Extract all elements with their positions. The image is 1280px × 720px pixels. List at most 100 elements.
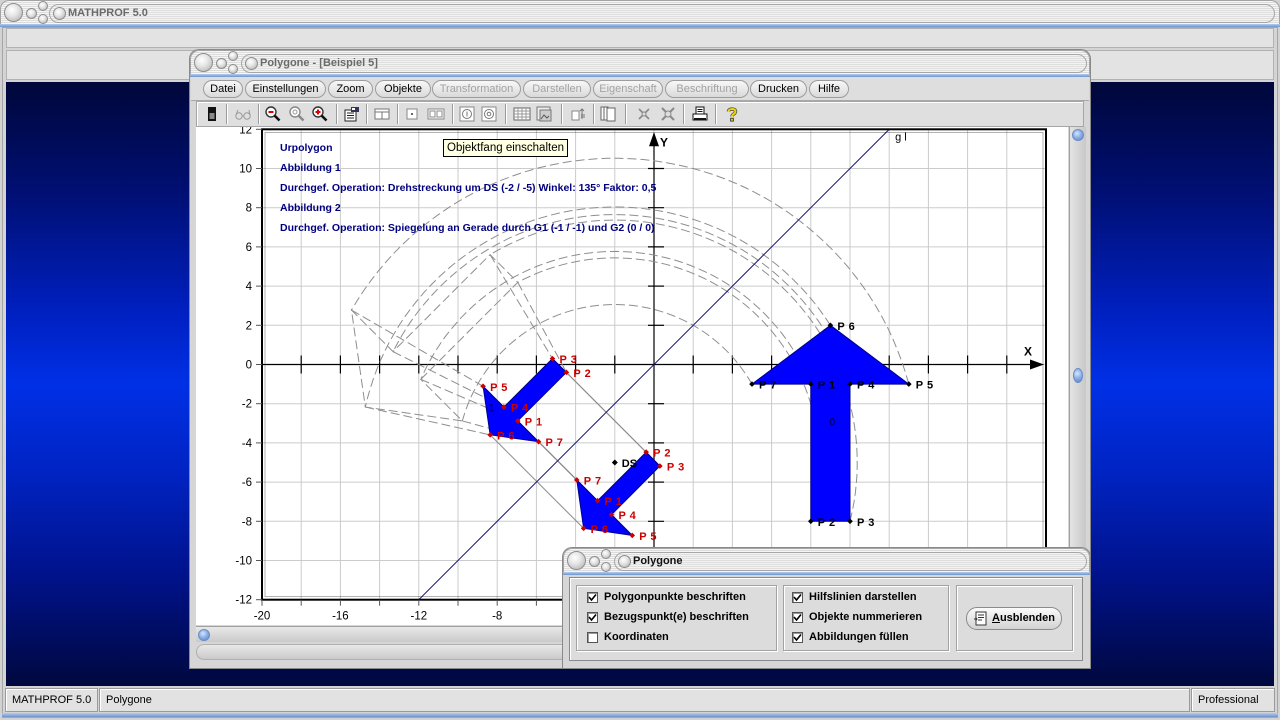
zoom-in-icon[interactable] (311, 105, 329, 123)
urpolygon-point-label: P 4 (857, 380, 875, 392)
vertical-scroll-thumb[interactable] (1073, 368, 1083, 383)
label-objekte-nummerieren[interactable]: Objekte nummerieren (809, 611, 922, 624)
abbildung-2-point-label: P 1 (605, 496, 623, 508)
x-tick-label: -12 (410, 611, 427, 623)
panel-title-underline (563, 572, 1090, 575)
x-tick-label: -16 (332, 611, 349, 623)
double-frame-icon[interactable] (427, 105, 445, 123)
panel-title-bar[interactable]: Polygone (563, 548, 1090, 573)
window-restore-button[interactable] (228, 64, 238, 74)
y-tick-label: -2 (242, 399, 252, 411)
help-icon[interactable] (723, 105, 741, 123)
circle-at-icon[interactable] (480, 105, 498, 123)
panel-restore-button[interactable] (601, 562, 611, 572)
abbildung-1-point-label: P 3 (559, 354, 577, 366)
menu-eigenschaft[interactable]: Eigenschaft (593, 80, 663, 98)
menu-objekte[interactable]: Objekte (375, 80, 431, 98)
app-title: MATHPROF 5.0 (68, 7, 148, 19)
panel-title: Polygone (633, 555, 683, 567)
checkbox-objekte-nummerieren[interactable] (792, 612, 803, 623)
scroll-up-button[interactable] (1072, 129, 1084, 141)
menu-drucken[interactable]: Drucken (750, 80, 807, 98)
window-title-bar[interactable]: Polygone - [Beispiel 5] (190, 50, 1090, 75)
panel-close-button[interactable] (567, 551, 586, 570)
abbildung-1-polygon (482, 357, 568, 443)
app-close-button[interactable] (4, 3, 23, 22)
abbildung-2-point-label: P 4 (618, 510, 636, 522)
hide-document-icon (973, 611, 989, 627)
menu-hilfe[interactable]: Hilfe (809, 80, 849, 98)
info-line-abbildung-1: Abbildung 1 (280, 162, 341, 174)
table-icon[interactable] (513, 105, 531, 123)
toolbar-separator (505, 104, 507, 124)
y-axis-label: Y (660, 135, 668, 149)
y-tick-label: -10 (235, 556, 252, 568)
urpolygon-point-label: P 2 (818, 517, 836, 529)
app-title-bar[interactable]: MATHPROF 5.0 (0, 0, 1280, 25)
rotation-center-marker (611, 459, 618, 466)
app-menu-bar (6, 28, 1274, 48)
checkbox-polygonpunkte-beschriften[interactable] (587, 592, 598, 603)
pages-icon[interactable] (599, 105, 617, 123)
y-tick-label: 0 (246, 360, 252, 372)
menu-darstellen[interactable]: Darstellen (523, 80, 591, 98)
checkbox-hilfslinien-darstellen[interactable] (792, 592, 803, 603)
printer-icon[interactable] (691, 105, 709, 123)
cross-bold-icon[interactable] (659, 105, 677, 123)
toolbar-separator (452, 104, 454, 124)
label-hilfslinien-darstellen[interactable]: Hilfslinien darstellen (809, 591, 917, 604)
swap-icon[interactable] (570, 105, 588, 123)
abbildung-1-point-label: P 7 (546, 437, 564, 449)
toolbar (196, 101, 1084, 127)
scaling-ray-helper (489, 254, 553, 359)
window-minimize-button[interactable] (216, 58, 227, 69)
object-number-1: 1 (488, 403, 494, 415)
toolbar-separator (226, 104, 228, 124)
y-tick-label: 10 (239, 164, 252, 176)
window-maximize-button[interactable] (228, 51, 238, 61)
checkbox-abbildungen-fuellen[interactable] (792, 632, 803, 643)
window-icon[interactable] (373, 105, 391, 123)
y-tick-label: 12 (239, 127, 252, 136)
image-icon[interactable] (535, 105, 553, 123)
toolbar-separator (683, 104, 685, 124)
scroll-left-button[interactable] (198, 629, 210, 641)
y-tick-label: 4 (246, 281, 253, 293)
rotation-arc-helper (392, 214, 851, 385)
menu-einstellungen[interactable]: Einstellungen (245, 80, 326, 98)
window-title-capsule: Polygone - [Beispiel 5] (241, 54, 1087, 73)
menu-datei[interactable]: Datei (203, 80, 243, 98)
urpolygon-point-label: P 5 (916, 380, 934, 392)
abbildung-2-point-label: P 3 (667, 462, 685, 474)
hide-button[interactable]: Ausblenden (966, 607, 1062, 630)
panel-maximize-button[interactable] (601, 549, 611, 559)
app-maximize-button[interactable] (38, 1, 48, 11)
zoom-reset-icon[interactable] (288, 105, 306, 123)
zoom-out-icon[interactable] (264, 105, 282, 123)
single-frame-icon[interactable] (403, 105, 421, 123)
properties-icon[interactable] (343, 105, 361, 123)
info-line-operation-1: Durchgef. Operation: Drehstreckung um DS… (280, 182, 657, 194)
abbildung-2-point-label: P 6 (591, 524, 609, 536)
cross-icon[interactable] (635, 105, 653, 123)
checkbox-koordinaten[interactable] (587, 632, 598, 643)
label-koordinaten[interactable]: Koordinaten (604, 631, 669, 644)
window-close-button[interactable] (194, 53, 213, 72)
app-restore-button[interactable] (38, 14, 48, 24)
label-abbildungen-fuellen[interactable]: Abbildungen füllen (809, 631, 909, 644)
toolbar-separator (258, 104, 260, 124)
panel-minimize-button[interactable] (589, 556, 600, 567)
toolbar-separator (593, 104, 595, 124)
device-icon[interactable] (203, 105, 221, 123)
menu-transformation[interactable]: Transformation (432, 80, 521, 98)
abbildung-1-point-label: P 4 (511, 403, 529, 415)
checkbox-bezugspunkte-beschriften[interactable] (587, 612, 598, 623)
label-bezugspunkte-beschriften[interactable]: Bezugspunkt(e) beschriften (604, 611, 749, 624)
menu-beschriftung[interactable]: Beschriftung (665, 80, 749, 98)
label-polygonpunkte-beschriften[interactable]: Polygonpunkte beschriften (604, 591, 746, 604)
app-minimize-button[interactable] (26, 8, 37, 19)
object-number-0: 0 (829, 416, 835, 428)
glasses-icon[interactable] (234, 105, 252, 123)
menu-zoom[interactable]: Zoom (328, 80, 373, 98)
circle-one-icon[interactable] (458, 105, 476, 123)
